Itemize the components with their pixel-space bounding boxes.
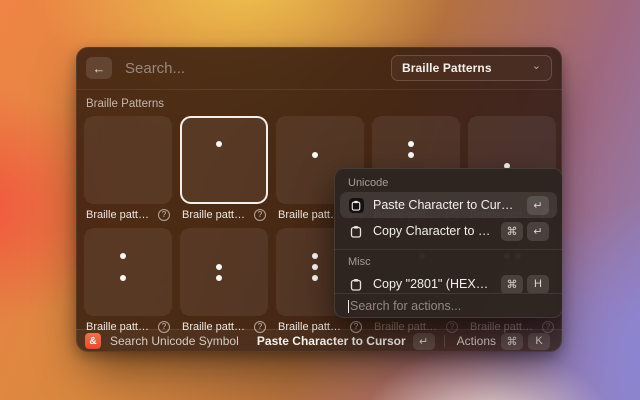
unicode-app-icon: & bbox=[85, 333, 101, 349]
section-title: Braille Patterns bbox=[84, 96, 554, 116]
braille-dot bbox=[312, 253, 318, 259]
braille-cell[interactable] bbox=[84, 116, 172, 204]
key-badge: ⌘ bbox=[501, 222, 523, 241]
action-item-label: Paste Character to Cursor bbox=[373, 198, 518, 212]
desktop-background: ← Search... Braille Patterns ⌄ Braille P… bbox=[0, 0, 640, 400]
key-badge: ⌘ bbox=[501, 275, 523, 294]
back-button[interactable]: ← bbox=[86, 57, 112, 79]
actions-panel: UnicodePaste Character to Cursor↵Copy Ch… bbox=[334, 168, 562, 318]
return-key-badge: ↵ bbox=[413, 333, 435, 350]
braille-glyph bbox=[120, 141, 137, 180]
chevron-down-icon: ⌄ bbox=[532, 61, 541, 72]
top-search-bar: ← Search... Braille Patterns ⌄ bbox=[76, 47, 562, 90]
action-item-label: Copy "2801" (HEX) to Clipboard bbox=[373, 277, 492, 291]
action-item[interactable]: Copy Character to Clipboard ⌘↵ bbox=[340, 218, 557, 244]
launcher-window: ← Search... Braille Patterns ⌄ Braille P… bbox=[76, 47, 562, 352]
actions-menu-label: Actions bbox=[457, 334, 496, 348]
cell-label-text: Braille pattern b... bbox=[86, 209, 154, 221]
cell-label: Braille pattern b...? bbox=[84, 204, 172, 226]
braille-dot bbox=[312, 275, 318, 281]
cell-label: Braille pattern d...? bbox=[180, 204, 268, 226]
actions-search-placeholder: Search for actions... bbox=[350, 299, 461, 313]
help-question-icon[interactable]: ? bbox=[158, 209, 170, 221]
braille-dot bbox=[120, 275, 126, 281]
braille-cell[interactable] bbox=[180, 228, 268, 316]
panel-section-title: Misc bbox=[334, 251, 562, 271]
braille-dot bbox=[312, 152, 318, 158]
braille-dot bbox=[408, 152, 414, 158]
bottom-status-bar: & Search Unicode Symbol Paste Character … bbox=[76, 329, 562, 352]
clipboard-icon bbox=[348, 223, 364, 239]
paste-icon-chip bbox=[349, 198, 364, 213]
paste-icon bbox=[348, 197, 364, 213]
bottom-bar-actions: Paste Character to Cursor ↵ Actions ⌘ K bbox=[257, 331, 553, 352]
braille-dot bbox=[408, 141, 414, 147]
panel-divider bbox=[334, 249, 562, 250]
key-badge: ↵ bbox=[527, 222, 549, 241]
actions-menu-button[interactable]: Actions ⌘ K bbox=[454, 331, 553, 352]
actions-search-input[interactable]: Search for actions... bbox=[334, 293, 562, 318]
grid-item: Braille pattern d...? bbox=[180, 228, 268, 338]
category-dropdown-value: Braille Patterns bbox=[402, 61, 492, 75]
grid-item: Braille pattern b...? bbox=[84, 116, 172, 226]
clipboard-icon bbox=[348, 276, 364, 292]
panel-section-title: Unicode bbox=[334, 172, 562, 192]
primary-action-button[interactable]: Paste Character to Cursor bbox=[257, 334, 406, 348]
key-badge: ↵ bbox=[527, 196, 549, 215]
grid-item: Braille pattern d...? bbox=[180, 116, 268, 226]
braille-dot bbox=[216, 275, 222, 281]
braille-dot bbox=[216, 141, 222, 147]
braille-glyph bbox=[216, 141, 233, 180]
braille-glyph bbox=[216, 253, 233, 292]
action-item-label: Copy Character to Clipboard bbox=[373, 224, 492, 238]
action-item[interactable]: Copy "2801" (HEX) to Clipboard ⌘H bbox=[340, 271, 557, 293]
grid-item: Braille pattern d...? bbox=[84, 228, 172, 338]
braille-cell[interactable] bbox=[84, 228, 172, 316]
k-key-badge: K bbox=[528, 333, 550, 350]
actions-panel-list: UnicodePaste Character to Cursor↵Copy Ch… bbox=[334, 168, 562, 293]
divider bbox=[444, 335, 445, 347]
action-item[interactable]: Paste Character to Cursor ↵ bbox=[340, 192, 557, 218]
braille-cell-selected[interactable] bbox=[180, 116, 268, 204]
back-arrow-icon: ← bbox=[93, 61, 106, 76]
shortcut-keys: ⌘↵ bbox=[501, 222, 549, 241]
braille-glyph bbox=[120, 253, 137, 292]
cell-label-text: Braille pattern d... bbox=[182, 209, 250, 221]
search-input[interactable]: Search... bbox=[125, 60, 391, 77]
braille-dot bbox=[120, 253, 126, 259]
shortcut-keys: ⌘H bbox=[501, 275, 549, 294]
braille-dot bbox=[312, 264, 318, 270]
key-badge: H bbox=[527, 275, 549, 294]
command-key-badge: ⌘ bbox=[501, 333, 523, 350]
braille-glyph bbox=[312, 141, 329, 180]
command-name: Search Unicode Symbol bbox=[110, 334, 248, 348]
text-caret bbox=[348, 300, 349, 313]
shortcut-keys: ↵ bbox=[527, 196, 549, 215]
braille-dot bbox=[216, 264, 222, 270]
braille-glyph bbox=[312, 253, 329, 292]
help-question-icon[interactable]: ? bbox=[254, 209, 266, 221]
category-dropdown[interactable]: Braille Patterns ⌄ bbox=[391, 55, 552, 81]
